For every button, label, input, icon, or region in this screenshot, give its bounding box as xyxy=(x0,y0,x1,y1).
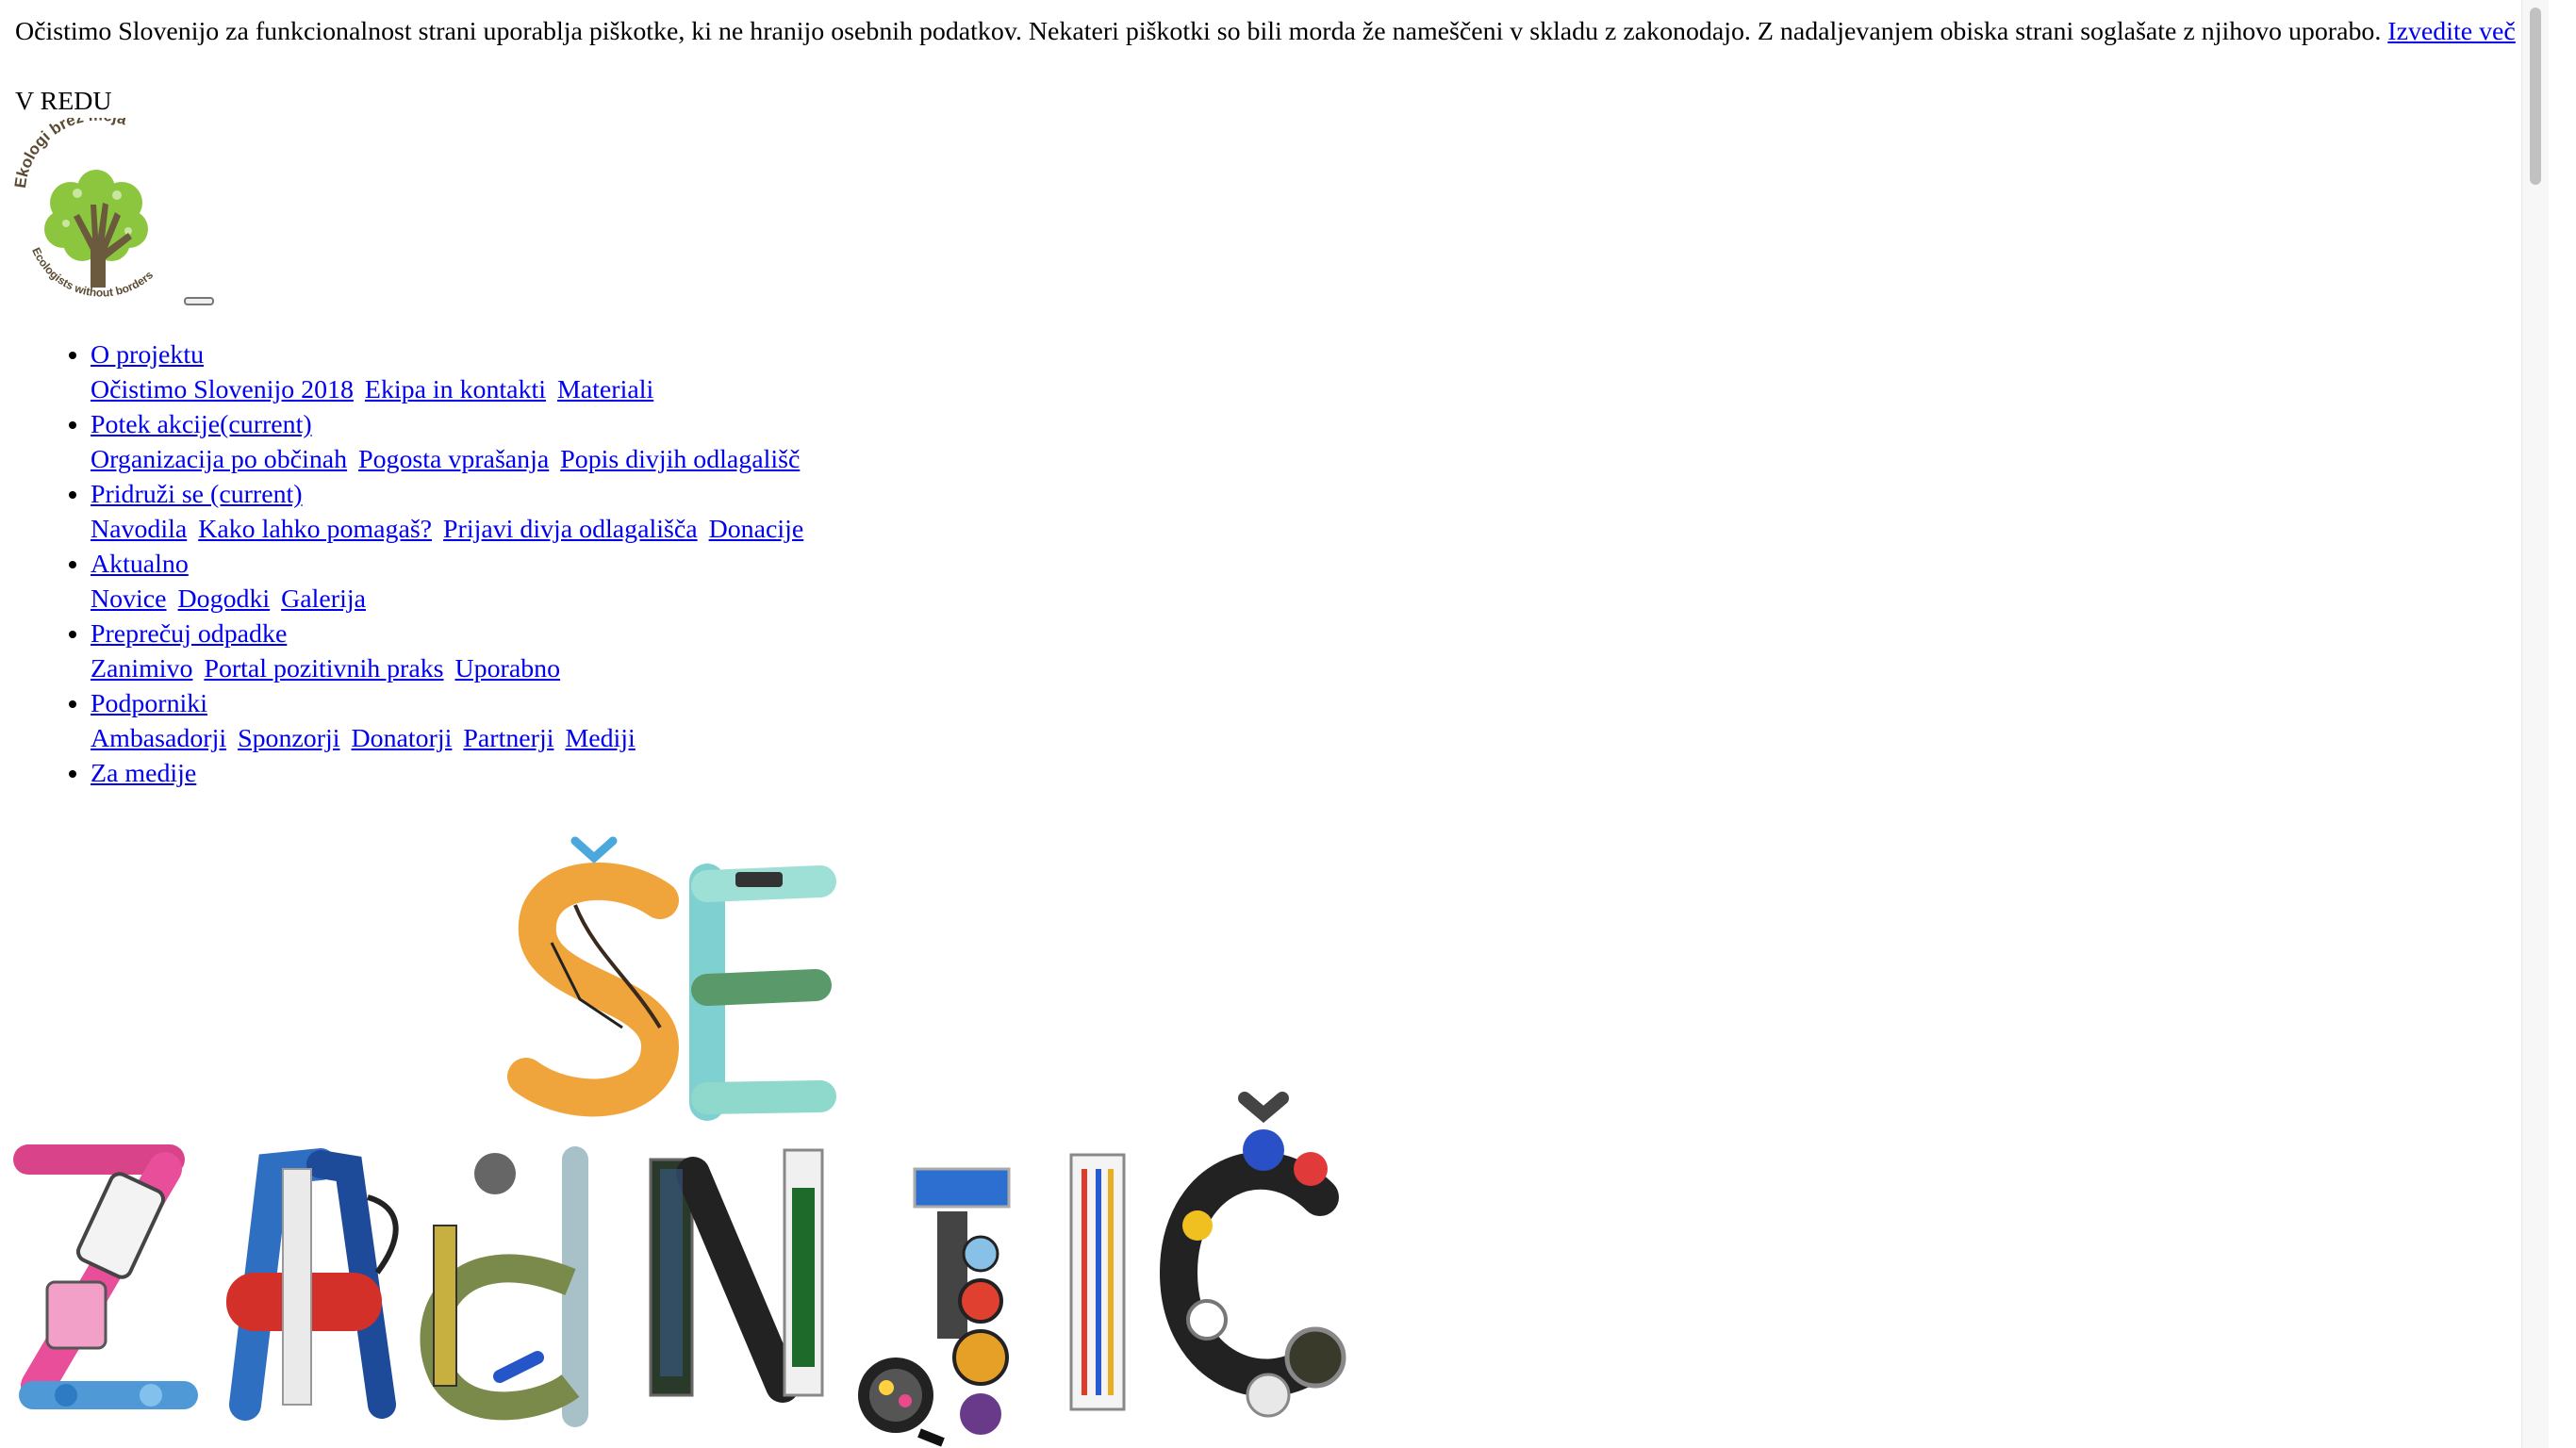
submenu-link[interactable]: Zanimivo xyxy=(91,654,192,683)
menu-link-o-projektu[interactable]: O projektu xyxy=(91,340,204,370)
navbar-toggler-button[interactable] xyxy=(184,297,214,305)
cookie-learn-more-link[interactable]: Izvedite več xyxy=(2387,17,2516,46)
letter-c-caron-object xyxy=(1159,1092,1346,1418)
menu-link-aktualno[interactable]: Aktualno xyxy=(91,550,189,579)
submenu-link[interactable]: Donatorji xyxy=(352,724,453,753)
submenu-potek-akcije: Organizacija po občinah Pogosta vprašanj… xyxy=(91,442,808,477)
submenu-link[interactable]: Novice xyxy=(91,584,167,614)
menu-item-pridruzi-se: Pridruži se (current) Navodila Kako lahk… xyxy=(91,477,808,547)
letter-z-object xyxy=(13,1144,198,1409)
menu-link-podporniki[interactable]: Podporniki xyxy=(91,689,207,718)
cookie-notice: Očistimo Slovenijo za funkcionalnost str… xyxy=(15,14,2523,49)
menu-link-potek-akcije[interactable]: Potek akcije(current) xyxy=(91,410,312,439)
submenu-link[interactable]: Partnerji xyxy=(463,724,553,753)
submenu-link[interactable]: Dogodki xyxy=(178,584,271,614)
menu-item-podporniki: Podporniki Ambasadorji Sponzorji Donator… xyxy=(91,686,808,756)
submenu-link[interactable]: Galerija xyxy=(281,584,366,614)
submenu-link[interactable]: Navodila xyxy=(91,515,187,544)
submenu-link[interactable]: Pogosta vprašanja xyxy=(358,445,549,474)
menu-link-preprecuj-odpadke[interactable]: Preprečuj odpadke xyxy=(91,619,287,649)
letter-e-object xyxy=(689,864,836,1121)
submenu-link[interactable]: Organizacija po občinah xyxy=(91,445,347,474)
letter-s-object xyxy=(507,862,680,1117)
submenu-o-projektu: Očistimo Slovenijo 2018 Ekipa in kontakt… xyxy=(91,372,808,407)
tree-icon xyxy=(44,170,148,288)
submenu-link[interactable]: Očistimo Slovenijo 2018 xyxy=(91,375,354,404)
page: Očistimo Slovenijo za funkcionalnost str… xyxy=(0,0,2549,1448)
page-scrollbar[interactable] xyxy=(2521,0,2549,1448)
submenu-link[interactable]: Prijavi divja odlagališča xyxy=(443,515,698,544)
submenu-link[interactable]: Donacije xyxy=(709,515,804,544)
caron-icon xyxy=(570,836,618,864)
submenu-link[interactable]: Uporabno xyxy=(455,654,561,683)
submenu-link[interactable]: Sponzorji xyxy=(238,724,339,753)
ekologi-brez-meja-logo[interactable]: Ekologi brez meja Ecologists without bor… xyxy=(11,118,181,306)
hero-se-zadnjic-image xyxy=(13,836,1346,1447)
submenu-link[interactable]: Ambasadorji xyxy=(91,724,226,753)
letter-i-object xyxy=(1069,1153,1126,1411)
menu-item-aktualno: Aktualno Novice Dogodki Galerija xyxy=(91,547,808,617)
menu-item-potek-akcije: Potek akcije(current) Organizacija po ob… xyxy=(91,407,808,477)
menu-link-pridruzi-se[interactable]: Pridruži se (current) xyxy=(91,480,303,509)
main-menu: O projektu Očistimo Slovenijo 2018 Ekipa… xyxy=(0,337,808,791)
submenu-podporniki: Ambasadorji Sponzorji Donatorji Partnerj… xyxy=(91,721,808,756)
submenu-preprecuj-odpadke: Zanimivo Portal pozitivnih praks Uporabn… xyxy=(91,651,808,686)
menu-item-o-projektu: O projektu Očistimo Slovenijo 2018 Ekipa… xyxy=(91,337,808,407)
letter-n-object xyxy=(649,1148,824,1403)
scrollbar-thumb[interactable] xyxy=(2530,8,2541,185)
menu-item-za-medije: Za medije xyxy=(91,756,808,791)
cookie-accept-button[interactable]: V REDU xyxy=(15,84,112,119)
submenu-link[interactable]: Materiali xyxy=(557,375,653,404)
submenu-link[interactable]: Popis divjih odlagališč xyxy=(560,445,800,474)
letter-d-object xyxy=(420,1146,588,1427)
submenu-link[interactable]: Portal pozitivnih praks xyxy=(204,654,443,683)
menu-link-za-medije[interactable]: Za medije xyxy=(91,759,196,788)
letter-j-object xyxy=(858,1167,1011,1447)
submenu-link[interactable]: Ekipa in kontakti xyxy=(365,375,546,404)
submenu-pridruzi-se: Navodila Kako lahko pomagaš? Prijavi div… xyxy=(91,512,808,547)
menu-item-preprecuj-odpadke: Preprečuj odpadke Zanimivo Portal poziti… xyxy=(91,617,808,686)
letter-a-object xyxy=(226,1148,399,1421)
submenu-aktualno: Novice Dogodki Galerija xyxy=(91,582,808,617)
submenu-link[interactable]: Mediji xyxy=(565,724,635,753)
cookie-text: Očistimo Slovenijo za funkcionalnost str… xyxy=(15,17,2382,46)
submenu-link[interactable]: Kako lahko pomagaš? xyxy=(198,515,432,544)
